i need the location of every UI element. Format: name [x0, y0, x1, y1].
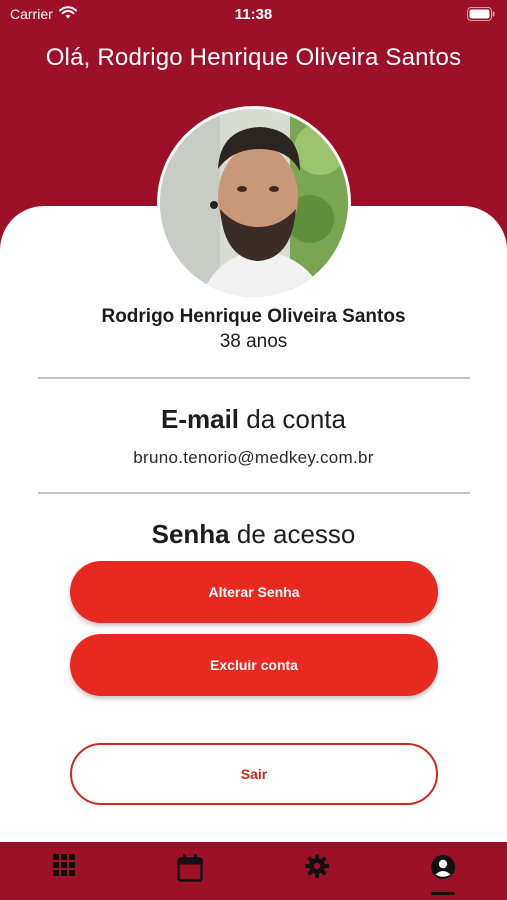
logout-label: Sair [240, 766, 268, 782]
logout-button[interactable]: Sair [70, 743, 438, 805]
nav-profile-button[interactable] [423, 854, 463, 894]
status-time: 11:38 [234, 6, 273, 23]
divider [38, 377, 470, 379]
grid-icon [53, 854, 75, 881]
password-section-title: Senha de acesso [0, 519, 507, 550]
battery-icon [467, 7, 495, 24]
delete-account-label: Excluir conta [210, 657, 298, 673]
profile-screen: Carrier 11:38 Olá, Rodrigo Henrique Oliv… [0, 0, 507, 900]
greeting-title: Olá, Rodrigo Henrique Oliveira Santos [45, 44, 462, 71]
bottom-nav [0, 842, 507, 900]
gear-icon [305, 854, 329, 883]
calendar-icon [177, 854, 203, 887]
change-password-button[interactable]: Alterar Senha [70, 561, 438, 623]
avatar [157, 106, 351, 300]
nav-grid-button[interactable] [44, 854, 84, 894]
delete-account-button[interactable]: Excluir conta [70, 634, 438, 696]
status-bar: Carrier 11:38 [0, 0, 507, 28]
password-title-bold: Senha [151, 519, 230, 549]
email-section-title: E-mail da conta [0, 404, 507, 435]
divider [38, 492, 470, 494]
active-tab-indicator [431, 892, 455, 895]
nav-settings-button[interactable] [297, 854, 337, 894]
user-icon [430, 854, 456, 885]
password-title-rest: de acesso [229, 519, 356, 549]
email-title-rest: da conta [239, 404, 346, 434]
profile-name: Rodrigo Henrique Oliveira Santos [101, 306, 406, 327]
change-password-label: Alterar Senha [208, 584, 300, 600]
email-title-bold: E-mail [160, 404, 240, 434]
profile-age: 38 anos [219, 331, 288, 352]
account-email: bruno.tenorio@medkey.com.br [133, 448, 374, 467]
nav-calendar-button[interactable] [170, 854, 210, 894]
